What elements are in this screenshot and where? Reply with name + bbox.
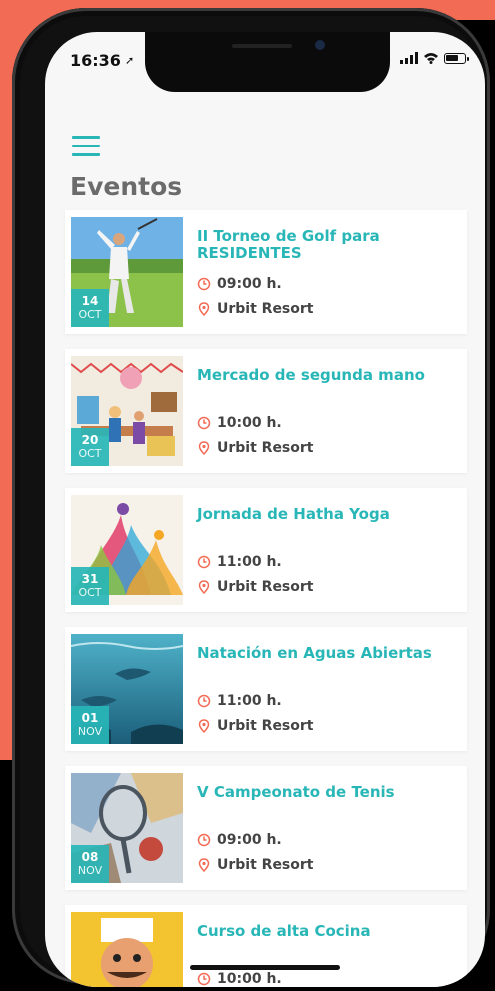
event-card[interactable]: 01 NOV Natación en Aguas Abiertas 11:00 … <box>65 627 467 751</box>
event-title: Jornada de Hatha Yoga <box>197 505 390 523</box>
date-badge: 08 NOV <box>71 845 109 883</box>
event-card[interactable]: 14 OCT II Torneo de Golf para RESIDENTES… <box>65 210 467 334</box>
event-image-yoga: 31 OCT <box>71 495 183 605</box>
clock-icon <box>197 555 211 569</box>
event-location: Urbit Resort <box>197 579 313 595</box>
date-badge: 14 OCT <box>71 289 109 327</box>
event-time: 11:00 h. <box>197 554 282 570</box>
event-location: Urbit Resort <box>197 718 313 734</box>
event-title: Natación en Aguas Abiertas <box>197 644 432 662</box>
event-location: Urbit Resort <box>197 301 313 317</box>
event-title: Mercado de segunda mano <box>197 366 425 384</box>
status-icons <box>400 52 469 64</box>
event-time: 10:00 h. <box>197 415 282 431</box>
event-location: Urbit Resort <box>197 857 313 873</box>
location-pin-icon <box>198 441 210 455</box>
location-pin-icon <box>198 580 210 594</box>
event-title: V Campeonato de Tenis <box>197 783 395 801</box>
event-time: 10:00 h. <box>197 971 282 987</box>
clock-icon <box>197 416 211 430</box>
event-time: 09:00 h. <box>197 276 282 292</box>
date-badge: 20 OCT <box>71 428 109 466</box>
date-badge: 01 NOV <box>71 706 109 744</box>
event-time: 11:00 h. <box>197 693 282 709</box>
event-time: 09:00 h. <box>197 832 282 848</box>
event-title: II Torneo de Golf para RESIDENTES <box>197 227 380 262</box>
home-indicator[interactable] <box>190 965 340 970</box>
event-image-golf: 14 OCT <box>71 217 183 327</box>
phone-frame: 16:36 ➚ Eventos 14 OCT II Torneo de Golf… <box>12 8 490 987</box>
clock-icon <box>197 972 211 986</box>
event-location: Urbit Resort <box>197 440 313 456</box>
hamburger-menu-icon[interactable] <box>72 136 100 158</box>
event-card[interactable]: Curso de alta Cocina 10:00 h. <box>65 905 467 987</box>
camera <box>315 40 325 50</box>
page-title: Eventos <box>70 172 183 201</box>
location-pin-icon <box>198 302 210 316</box>
clock-icon <box>197 277 211 291</box>
date-badge: 31 OCT <box>71 567 109 605</box>
event-image-cooking <box>71 912 183 987</box>
location-pin-icon <box>198 858 210 872</box>
notch <box>145 32 390 92</box>
clock-icon <box>197 694 211 708</box>
battery-icon <box>444 52 469 64</box>
event-card[interactable]: 08 NOV V Campeonato de Tenis 09:00 h. Ur… <box>65 766 467 890</box>
location-arrow-icon: ➚ <box>125 54 135 67</box>
event-card[interactable]: 20 OCT Mercado de segunda mano 10:00 h. … <box>65 349 467 473</box>
event-image-swimming: 01 NOV <box>71 634 183 744</box>
wifi-icon <box>424 53 438 64</box>
event-image-market: 20 OCT <box>71 356 183 466</box>
status-time: 16:36 <box>70 51 121 70</box>
speaker <box>232 44 292 48</box>
event-title: Curso de alta Cocina <box>197 922 371 940</box>
clock-icon <box>197 833 211 847</box>
app-screen: 16:36 ➚ Eventos 14 OCT II Torneo de Golf… <box>45 32 485 987</box>
event-image-tennis: 08 NOV <box>71 773 183 883</box>
location-pin-icon <box>198 719 210 733</box>
signal-icon <box>400 52 418 64</box>
event-card[interactable]: 31 OCT Jornada de Hatha Yoga 11:00 h. Ur… <box>65 488 467 612</box>
